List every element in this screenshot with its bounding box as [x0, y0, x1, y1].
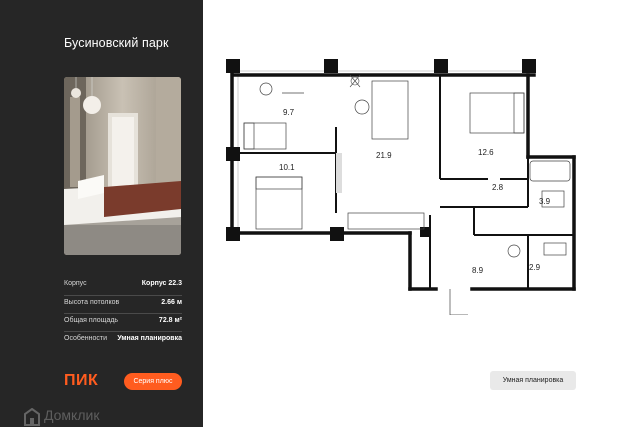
brand-logo: ПИК: [64, 372, 99, 389]
spec-value: 72.8 м²: [158, 317, 182, 324]
room-area-corridor: 2.8: [492, 183, 504, 192]
room-area-hall: 8.9: [472, 266, 484, 275]
spec-label: Общая площадь: [64, 317, 119, 324]
spec-label: Особенности: [64, 335, 107, 342]
room-area-bedroom-right: 12.6: [478, 148, 494, 157]
room-area-bedroom-bottom-left: 10.1: [279, 163, 295, 172]
floor-plan: 9.7 10.1 21.9 12.6 2.8 3.9 8.9 2.9: [226, 59, 576, 315]
domclick-logo-icon: [24, 408, 40, 426]
spec-row-features: Особенности Умная планировка: [64, 331, 182, 349]
interior-photo: [64, 77, 181, 255]
room-area-bedroom-top-left: 9.7: [283, 108, 295, 117]
spec-row-ceiling-height: Высота потолков 2.66 м: [64, 295, 182, 313]
spec-label: Высота потолков: [64, 299, 120, 306]
spec-row-building: Корпус Корпус 22.3: [64, 277, 182, 295]
project-title: Бусиновский парк: [64, 36, 169, 50]
room-area-toilet: 2.9: [529, 263, 541, 272]
spec-row-total-area: Общая площадь 72.8 м²: [64, 313, 182, 331]
info-sidebar: Бусиновский парк Корпус Корпус 22.3 Высо…: [0, 0, 203, 427]
watermark-text: Домклик: [44, 407, 100, 423]
domclick-watermark: Домклик: [44, 407, 99, 423]
spec-value: Корпус 22.3: [141, 280, 182, 287]
spec-value: 2.66 м: [161, 299, 182, 306]
series-badge: Серия плюс: [124, 373, 182, 390]
spec-label: Корпус: [64, 280, 87, 287]
room-area-living-room: 21.9: [376, 151, 392, 160]
spec-value: Умная планировка: [117, 335, 182, 342]
apartment-specs: Корпус Корпус 22.3 Высота потолков 2.66 …: [64, 277, 182, 349]
smart-layout-tag: Умная планировка: [490, 371, 576, 390]
room-area-bathroom: 3.9: [539, 197, 551, 206]
